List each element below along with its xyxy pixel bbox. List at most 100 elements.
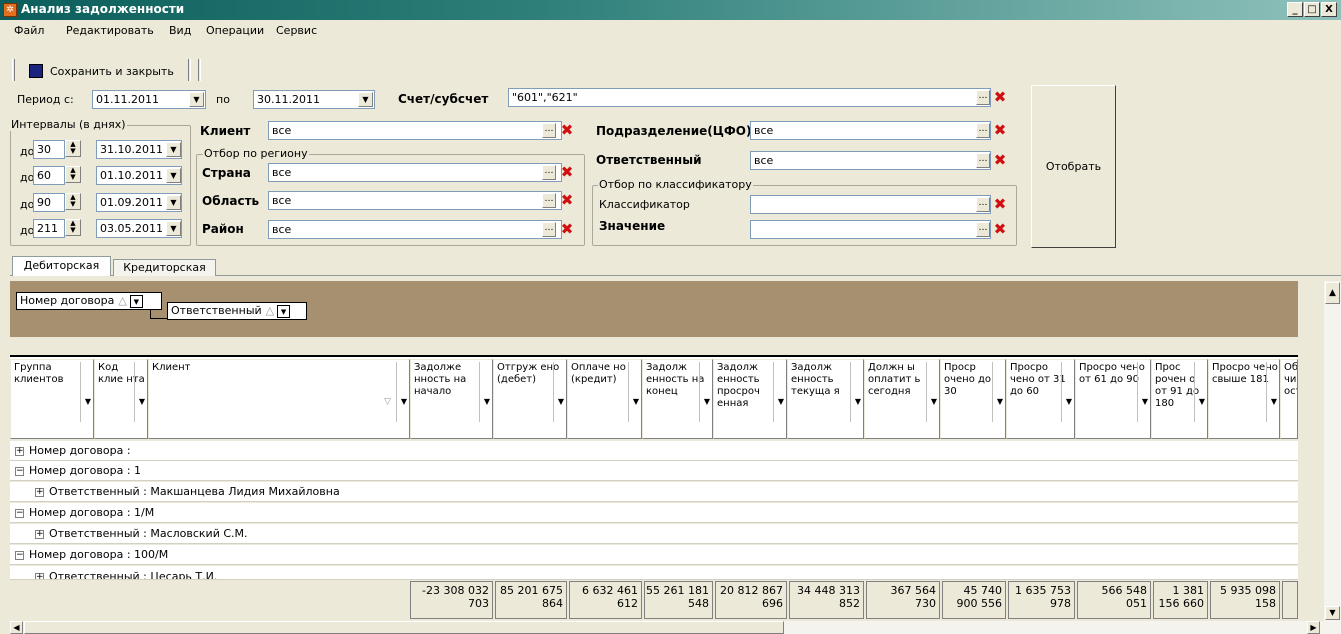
column-header[interactable]: Просро чено от 31 до 60 ▼ bbox=[1006, 359, 1075, 439]
tab-credit[interactable]: Кредиторская bbox=[113, 259, 216, 276]
classifier-field[interactable] bbox=[750, 195, 991, 214]
chevron-down-icon[interactable]: ▼ bbox=[484, 396, 490, 408]
chevron-down-icon[interactable]: ▼ bbox=[129, 294, 143, 308]
group-row[interactable]: + Номер договора : bbox=[10, 441, 1298, 461]
responsible-field[interactable]: все bbox=[750, 151, 991, 170]
save-close-button[interactable]: Сохранить и закрыть bbox=[22, 59, 184, 83]
chevron-down-icon[interactable]: ▼ bbox=[139, 396, 145, 408]
chevron-down-icon[interactable]: ▼ bbox=[358, 92, 373, 107]
chevron-down-icon[interactable]: ▼ bbox=[997, 396, 1003, 408]
interval-days-field[interactable]: 60 bbox=[33, 166, 65, 185]
chevron-down-icon[interactable]: ▼ bbox=[166, 221, 181, 236]
chevron-down-icon[interactable]: ▼ bbox=[704, 396, 710, 408]
ellipsis-icon[interactable]: … bbox=[976, 197, 990, 212]
column-header[interactable]: Код клие нта ▼ bbox=[94, 359, 148, 439]
column-header[interactable]: Оплаче но (кредит) ▼ bbox=[567, 359, 642, 439]
select-button[interactable]: Отобрать bbox=[1031, 85, 1116, 248]
interval-days-field[interactable]: 30 bbox=[33, 140, 65, 159]
clear-icon[interactable]: ✖ bbox=[992, 153, 1008, 169]
tab-debit[interactable]: Дебиторская bbox=[12, 256, 111, 276]
value-field[interactable] bbox=[750, 220, 991, 239]
chevron-down-icon[interactable]: ▼ bbox=[778, 396, 784, 408]
ellipsis-icon[interactable]: … bbox=[976, 123, 990, 138]
spinner-icon[interactable]: ▲ ▼ bbox=[65, 219, 81, 236]
clear-icon[interactable]: ✖ bbox=[559, 123, 575, 139]
group-row[interactable]: + Ответственный : Масловский С.М. bbox=[10, 524, 1298, 544]
scroll-up-icon[interactable]: ▲ bbox=[1325, 282, 1340, 304]
account-field[interactable]: "601","621" bbox=[508, 88, 991, 107]
chevron-down-icon[interactable]: ▼ bbox=[1142, 396, 1148, 408]
ellipsis-icon[interactable]: … bbox=[976, 153, 990, 168]
expand-icon[interactable]: + bbox=[35, 572, 44, 579]
ellipsis-icon[interactable]: … bbox=[542, 193, 556, 208]
chevron-down-icon[interactable]: ▼ bbox=[85, 396, 91, 408]
close-button[interactable]: X bbox=[1321, 2, 1337, 17]
client-field[interactable]: все bbox=[268, 121, 562, 140]
maximize-button[interactable]: □ bbox=[1304, 2, 1320, 17]
scroll-right-icon[interactable]: ▶ bbox=[1307, 621, 1320, 634]
collapse-icon[interactable]: − bbox=[15, 550, 24, 560]
ellipsis-icon[interactable]: … bbox=[542, 165, 556, 180]
clear-icon[interactable]: ✖ bbox=[559, 193, 575, 209]
chevron-down-icon[interactable]: ▼ bbox=[931, 396, 937, 408]
collapse-icon[interactable]: − bbox=[15, 466, 24, 476]
column-header[interactable]: Просро чено свыше 181 ▼ bbox=[1208, 359, 1280, 439]
chevron-down-icon[interactable]: ▼ bbox=[855, 396, 861, 408]
chevron-down-icon[interactable]: ▼ bbox=[166, 168, 181, 183]
group-chip-responsible[interactable]: Ответственный △ ▼ bbox=[167, 302, 307, 320]
area-field[interactable]: все bbox=[268, 191, 562, 210]
spinner-icon[interactable]: ▲ ▼ bbox=[65, 140, 81, 157]
clear-icon[interactable]: ✖ bbox=[559, 165, 575, 181]
chevron-down-icon[interactable]: ▼ bbox=[401, 396, 407, 408]
group-row[interactable]: + Ответственный : Цесарь Т.И. bbox=[10, 566, 1298, 580]
clear-icon[interactable]: ✖ bbox=[992, 90, 1008, 106]
interval-days-field[interactable]: 211 bbox=[33, 219, 65, 238]
chevron-down-icon[interactable]: ▼ bbox=[277, 304, 291, 318]
clear-icon[interactable]: ✖ bbox=[992, 197, 1008, 213]
scroll-thumb[interactable] bbox=[24, 621, 784, 634]
ellipsis-icon[interactable]: … bbox=[976, 222, 990, 237]
menu-operations[interactable]: Операции bbox=[206, 24, 264, 37]
chevron-down-icon[interactable]: ▼ bbox=[189, 92, 204, 107]
clear-icon[interactable]: ✖ bbox=[992, 222, 1008, 238]
horizontal-scrollbar[interactable]: ◀ ▶ bbox=[10, 621, 1341, 634]
chevron-down-icon[interactable]: ▼ bbox=[1271, 396, 1277, 408]
group-row[interactable]: − Номер договора : 1 bbox=[10, 461, 1298, 481]
menu-file[interactable]: Файл bbox=[14, 24, 44, 37]
chevron-down-icon[interactable]: ▼ bbox=[1066, 396, 1072, 408]
chevron-down-icon[interactable]: ▼ bbox=[558, 396, 564, 408]
group-chip-contract[interactable]: Номер договора △ ▼ bbox=[16, 292, 162, 310]
chevron-down-icon[interactable]: ▼ bbox=[633, 396, 639, 408]
ellipsis-icon[interactable]: … bbox=[542, 123, 556, 138]
menu-service[interactable]: Сервис bbox=[276, 24, 317, 37]
scroll-left-icon[interactable]: ◀ bbox=[10, 621, 23, 634]
clear-icon[interactable]: ✖ bbox=[559, 222, 575, 238]
chevron-down-icon[interactable]: ▼ bbox=[166, 195, 181, 210]
column-header[interactable]: Задолж енность просроч енная ▼ bbox=[713, 359, 787, 439]
collapse-icon[interactable]: − bbox=[15, 508, 24, 518]
expand-icon[interactable]: + bbox=[35, 529, 44, 539]
scroll-down-icon[interactable]: ▼ bbox=[1325, 606, 1340, 620]
column-header[interactable]: Обора чиваем ость bbox=[1280, 359, 1298, 439]
chevron-down-icon[interactable]: ▼ bbox=[1199, 396, 1205, 408]
interval-days-field[interactable]: 90 bbox=[33, 193, 65, 212]
division-field[interactable]: все bbox=[750, 121, 991, 140]
country-field[interactable]: все bbox=[268, 163, 562, 182]
column-header[interactable]: Должн ы оплатит ь сегодня ▼ bbox=[864, 359, 940, 439]
column-header[interactable]: Группа клиентов ▼ bbox=[10, 359, 94, 439]
group-row[interactable]: − Номер договора : 1/М bbox=[10, 503, 1298, 523]
column-header[interactable]: Задолж енность текуща я ▼ bbox=[787, 359, 864, 439]
district-field[interactable]: все bbox=[268, 220, 562, 239]
chevron-down-icon[interactable]: ▼ bbox=[166, 142, 181, 157]
clear-icon[interactable]: ✖ bbox=[992, 123, 1008, 139]
menu-edit[interactable]: Редактировать bbox=[66, 24, 154, 37]
expand-icon[interactable]: + bbox=[15, 446, 24, 456]
period-to-field[interactable]: 30.11.2011 bbox=[253, 90, 375, 109]
column-header[interactable]: Проср очено до 30 ▼ bbox=[940, 359, 1006, 439]
column-header[interactable]: Клиент ▽ ▼ bbox=[148, 359, 410, 439]
menu-view[interactable]: Вид bbox=[169, 24, 191, 37]
spinner-icon[interactable]: ▲ ▼ bbox=[65, 193, 81, 210]
column-header[interactable]: Проc рочен о от 91 до 180 ▼ bbox=[1151, 359, 1208, 439]
column-header[interactable]: Задолже нность на начало ▼ bbox=[410, 359, 493, 439]
ellipsis-icon[interactable]: … bbox=[542, 222, 556, 237]
